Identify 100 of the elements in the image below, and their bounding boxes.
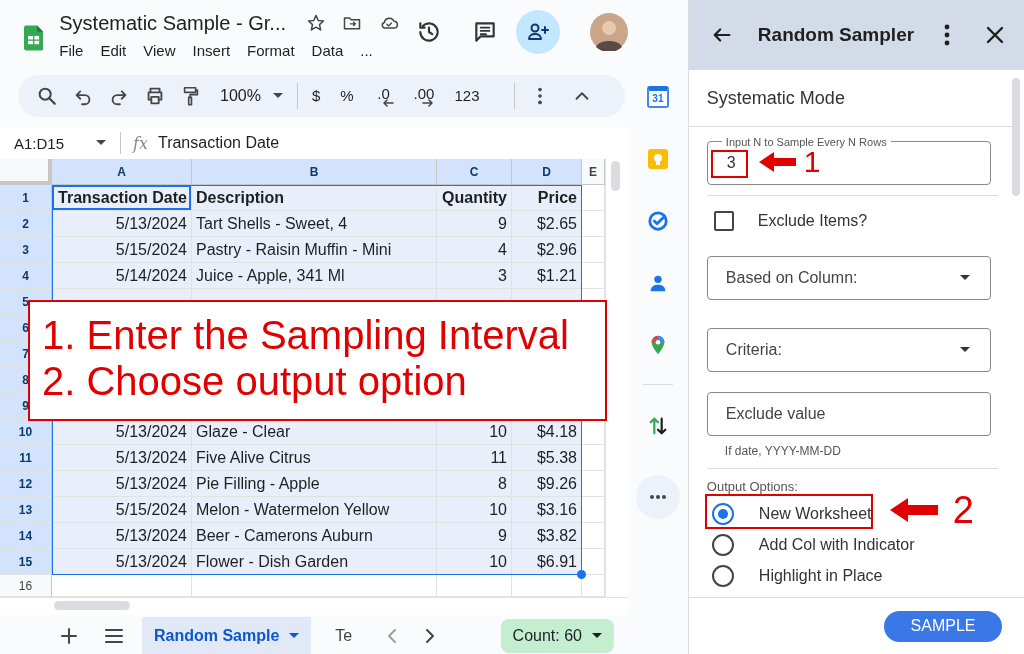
formula-field[interactable]: Transaction Date [157,134,280,152]
chevron-right-icon[interactable] [424,628,437,644]
menu-icon[interactable] [104,628,124,644]
menu-item[interactable]: Data [311,42,344,59]
comment-icon[interactable] [472,19,498,45]
table-cell: Pastry - Raisin Muffin - Mini [192,237,437,263]
row-header[interactable]: 12 [0,471,52,497]
count-button[interactable]: Count: 60 [500,619,614,653]
calendar-icon[interactable]: 31 [646,86,669,108]
table-cell: 5/13/2024 [52,523,192,549]
radio-label: New Worksheet [758,504,872,523]
sheet-tab[interactable]: Random Sample [142,617,312,654]
table-cell: $5.38 [512,445,582,471]
table-cell: $2.65 [512,211,582,237]
left-arrow-icon [381,98,394,107]
menu-item[interactable]: Edit [100,42,127,59]
table-cell: $2.96 [512,237,582,263]
search-icon[interactable] [36,85,58,107]
scroll-thumb[interactable] [1012,78,1020,196]
table-cell: $9.26 [512,471,582,497]
document-title[interactable]: Systematic Sample - Gr... [59,11,286,35]
table-cell: $3.82 [512,523,582,549]
table-cell: Melon - Watermelon Yellow [192,497,437,523]
menu-item[interactable]: Insert [192,42,231,59]
table-cell: Transaction Date [52,185,192,211]
row-header[interactable]: 1 [0,185,52,211]
menu-item[interactable]: ... [360,42,373,59]
fill-handle[interactable] [577,570,586,579]
caret-icon [959,347,970,353]
checkbox-label: Exclude Items? [757,212,868,230]
section-title: Systematic Mode [706,88,846,109]
select-field[interactable]: Based on Column: [706,256,991,300]
table-cell: $6.91 [512,549,582,575]
star-icon[interactable] [306,13,326,33]
table-cell: 10 [437,549,512,575]
select-field[interactable]: Criteria: [706,328,991,372]
row-header[interactable]: 10 [0,419,52,445]
currency-button[interactable]: $ [311,88,321,104]
row-header[interactable]: 2 [0,211,52,237]
table-cell: 3 [437,263,512,289]
sample-button[interactable]: SAMPLE [884,610,1002,642]
chevron-left-icon[interactable] [386,628,399,644]
row-header[interactable]: 4 [0,263,52,289]
scroll-thumb[interactable] [611,161,620,191]
sheet-tab[interactable]: Te [325,617,373,654]
radio-label: Highlight in Place [758,566,883,585]
row-header[interactable]: 16 [0,575,52,597]
table-cell: 5/13/2024 [52,471,192,497]
row-header[interactable]: 15 [0,549,52,575]
table-cell: 9 [437,523,512,549]
table-cell: $3.16 [512,497,582,523]
column-header[interactable]: B [192,159,437,185]
table-cell: 4 [437,237,512,263]
increase-decimal-button[interactable]: .00 [413,85,435,107]
table-cell: Pie Filling - Apple [192,471,437,497]
percent-button[interactable]: % [340,88,354,104]
table-cell [582,237,605,263]
decrease-decimal-button[interactable]: .0 [373,85,394,107]
column-header[interactable]: C [437,159,512,185]
row-header[interactable]: 14 [0,523,52,549]
avatar-icon[interactable] [590,13,628,51]
radio-button[interactable] [711,502,734,525]
share-button[interactable] [516,10,560,54]
options-label: Output Options: [706,479,799,494]
checkbox[interactable] [713,211,734,231]
table-cell: 5/13/2024 [52,549,192,575]
column-header[interactable]: E [582,159,605,185]
horizontal-scrollbar[interactable] [0,597,628,615]
column-header[interactable]: D [512,159,582,185]
corner-cell[interactable] [0,159,52,185]
add-icon[interactable] [60,627,78,645]
close-icon[interactable] [986,26,1004,44]
zoom-dropdown[interactable]: 100% [220,87,283,105]
more-icon[interactable] [944,24,950,46]
table-cell: 8 [437,471,512,497]
table-cell: Five Alive Citrus [192,445,437,471]
table-cell: Tart Shells - Sweet, 4 [192,211,437,237]
check-circle-icon[interactable] [646,210,669,232]
row-header[interactable]: 13 [0,497,52,523]
radio-option[interactable]: Highlight in Place [706,560,1012,591]
table-cell: Quantity [437,185,512,211]
radio-button[interactable] [711,533,734,556]
row-header[interactable]: 11 [0,445,52,471]
row-header[interactable]: 3 [0,237,52,263]
radio-label: Add Col with Indicator [758,535,915,554]
history-icon [416,19,442,45]
scroll-thumb[interactable] [54,601,130,610]
number-format-button[interactable]: 123 [454,88,480,104]
name-box[interactable]: A1:D15 [14,134,106,152]
table-cell: Price [512,185,582,211]
text-field[interactable]: Exclude value [706,392,991,436]
menu-item[interactable]: View [143,42,176,59]
caret-icon [272,93,283,99]
number-input[interactable]: 3 [726,154,741,172]
radio-button[interactable] [711,564,734,587]
column-header[interactable]: A [52,159,192,185]
menu-item[interactable]: Format [247,42,295,59]
radio-option[interactable]: Add Col with Indicator [706,529,1012,560]
menu-item[interactable]: File [59,42,84,59]
table-cell: 5/15/2024 [52,237,192,263]
